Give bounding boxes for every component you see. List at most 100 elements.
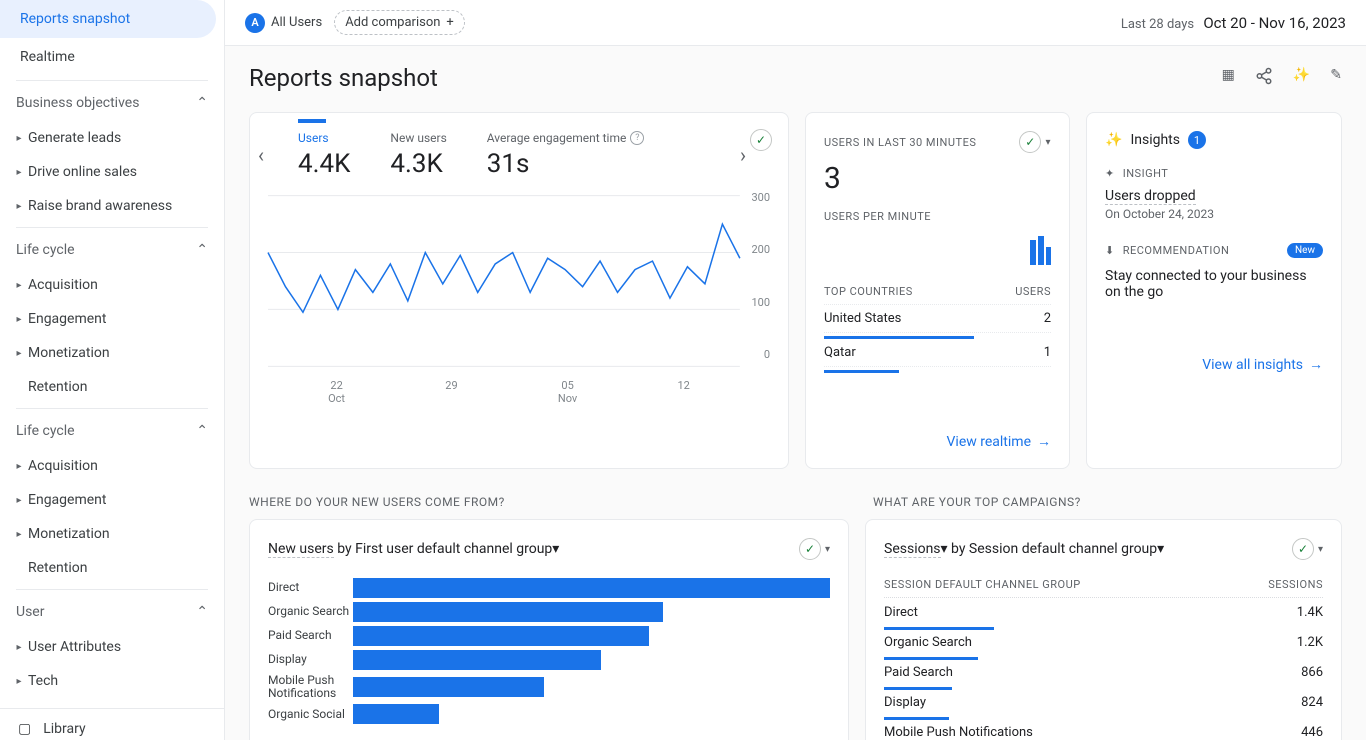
section-user[interactable]: User ⌃: [0, 594, 224, 630]
arrow-right-icon: →: [1309, 356, 1323, 373]
help-icon[interactable]: ?: [630, 131, 644, 145]
caret-right-icon: ▸: [10, 495, 28, 506]
insight-item-subtitle: On October 24, 2023: [1105, 207, 1323, 221]
section-label: User: [16, 604, 44, 620]
realtime-title: USERS IN LAST 30 MINUTES: [824, 136, 976, 149]
section-life-cycle-2[interactable]: Life cycle ⌃: [0, 413, 224, 449]
add-comparison-button[interactable]: Add comparison +: [334, 10, 465, 35]
caret-right-icon: ▸: [10, 314, 28, 325]
prev-metric-button[interactable]: ‹: [258, 143, 264, 167]
dropdown-icon: ▾: [941, 541, 948, 557]
date-range-picker[interactable]: Last 28 days Oct 20 - Nov 16, 2023: [1121, 14, 1346, 32]
quality-check-icon[interactable]: ✓: [1019, 131, 1041, 153]
metric-avg-value: 31s: [487, 149, 645, 179]
nav-reports-snapshot[interactable]: Reports snapshot: [0, 0, 216, 38]
country-row[interactable]: United States2: [824, 305, 1051, 333]
sidebar-item[interactable]: ▸User Attributes: [0, 630, 224, 664]
dropdown-icon[interactable]: ▾: [1045, 137, 1051, 148]
metric-users-value: 4.4K: [298, 149, 350, 179]
sidebar-item[interactable]: ▸Drive online sales: [0, 155, 224, 189]
insight-item-title[interactable]: Users dropped: [1105, 188, 1196, 205]
quality-check-icon[interactable]: ✓: [1292, 538, 1314, 560]
dropdown-icon[interactable]: ▾: [1318, 544, 1323, 555]
sidebar-item-label: Acquisition: [28, 458, 98, 474]
insights-count-badge: 1: [1188, 131, 1206, 149]
library-label: Library: [43, 721, 85, 737]
sidebar-item[interactable]: ▸Monetization: [0, 336, 224, 370]
realtime-count: 3: [824, 161, 1051, 196]
view-realtime-link[interactable]: View realtime→: [824, 433, 1051, 450]
chevron-up-icon: ⌃: [196, 242, 208, 258]
session-row[interactable]: Mobile Push Notifications446: [884, 720, 1323, 740]
nav-realtime[interactable]: Realtime: [0, 38, 224, 76]
chevron-up-icon: ⌃: [196, 95, 208, 111]
sessions-title[interactable]: Sessions▾ by Session default channel gro…: [884, 541, 1164, 557]
sidebar-item[interactable]: ▸Engagement: [0, 302, 224, 336]
channel-bar-row: Organic Social: [268, 704, 830, 724]
channel-bar-row: Organic Search: [268, 602, 830, 622]
section-business-objectives[interactable]: Business objectives ⌃: [0, 85, 224, 121]
sidebar-item[interactable]: Retention: [0, 370, 224, 404]
customize-icon[interactable]: ▦: [1222, 67, 1235, 89]
main-content: A All Users Add comparison + Last 28 day…: [225, 0, 1366, 740]
session-row[interactable]: Display824: [884, 690, 1323, 715]
metric-users-label[interactable]: Users: [298, 131, 350, 145]
channel-bar-row: Paid Search: [268, 626, 830, 646]
metric-newusers-value: 4.3K: [390, 149, 446, 179]
sidebar: Reports snapshot Realtime Business objec…: [0, 0, 225, 740]
insights-title: Insights: [1130, 132, 1180, 148]
new-users-card: New users by First user default channel …: [249, 519, 849, 740]
sessions-col1: SESSION DEFAULT CHANNEL GROUP: [884, 578, 1081, 591]
perminute-label: USERS PER MINUTE: [824, 210, 1051, 223]
recommendation-section-label: RECOMMENDATION: [1123, 244, 1230, 257]
sidebar-item-label: Raise brand awareness: [28, 198, 172, 214]
section-new-users: WHERE DO YOUR NEW USERS COME FROM?: [225, 481, 849, 519]
audience-label: All Users: [271, 15, 322, 30]
section-label: Life cycle: [16, 423, 75, 439]
top-bar: A All Users Add comparison + Last 28 day…: [225, 0, 1366, 46]
sidebar-item[interactable]: ▸Monetization: [0, 517, 224, 551]
dropdown-icon[interactable]: ▾: [825, 544, 830, 555]
caret-right-icon: ▸: [10, 529, 28, 540]
sparkle-icon: ✨: [1105, 132, 1122, 148]
metric-newusers-label[interactable]: New users: [390, 131, 446, 145]
sidebar-item-label: Tech: [28, 673, 58, 689]
sidebar-item[interactable]: ▸Engagement: [0, 483, 224, 517]
sessions-col2: SESSIONS: [1268, 578, 1323, 591]
caret-right-icon: ▸: [10, 167, 28, 178]
section-label: Business objectives: [16, 95, 139, 111]
dropdown-icon: ▾: [552, 541, 559, 557]
nav-library[interactable]: ▢ Library: [0, 708, 224, 740]
insights-icon[interactable]: ✨: [1293, 67, 1310, 89]
audience-pill[interactable]: A All Users: [245, 13, 322, 33]
sidebar-item[interactable]: ▸Tech: [0, 664, 224, 698]
date-prefix: Last 28 days: [1121, 17, 1194, 32]
dropdown-icon: ▾: [1157, 541, 1164, 557]
session-row[interactable]: Paid Search866: [884, 660, 1323, 685]
section-campaigns: WHAT ARE YOUR TOP CAMPAIGNS?: [849, 481, 1366, 519]
sidebar-item-label: Drive online sales: [28, 164, 137, 180]
caret-right-icon: ▸: [10, 201, 28, 212]
sidebar-item[interactable]: Retention: [0, 551, 224, 585]
sidebar-item[interactable]: ▸Acquisition: [0, 268, 224, 302]
insights-card: ✨ Insights 1 ✦ INSIGHT Users dropped On …: [1086, 112, 1342, 469]
country-row[interactable]: Qatar1: [824, 339, 1051, 367]
quality-check-icon[interactable]: ✓: [799, 538, 821, 560]
chevron-up-icon: ⌃: [196, 604, 208, 620]
edit-icon[interactable]: ✎: [1330, 67, 1342, 89]
caret-right-icon: ▸: [10, 280, 28, 291]
share-icon[interactable]: [1255, 67, 1273, 89]
metric-avg-label[interactable]: Average engagement time ?: [487, 131, 645, 145]
view-all-insights-link[interactable]: View all insights→: [1105, 356, 1323, 373]
sidebar-item[interactable]: ▸Acquisition: [0, 449, 224, 483]
insight-section-label: INSIGHT: [1123, 167, 1169, 180]
sidebar-item[interactable]: ▸Generate leads: [0, 121, 224, 155]
section-life-cycle-1[interactable]: Life cycle ⌃: [0, 232, 224, 268]
sparkle-icon: ✦: [1105, 167, 1115, 180]
plus-icon: +: [446, 15, 453, 30]
sidebar-item[interactable]: ▸Raise brand awareness: [0, 189, 224, 223]
session-row[interactable]: Organic Search1.2K: [884, 630, 1323, 655]
session-row[interactable]: Direct1.4K: [884, 600, 1323, 625]
new-users-title[interactable]: New users by First user default channel …: [268, 541, 559, 557]
sidebar-item-label: User Attributes: [28, 639, 121, 655]
